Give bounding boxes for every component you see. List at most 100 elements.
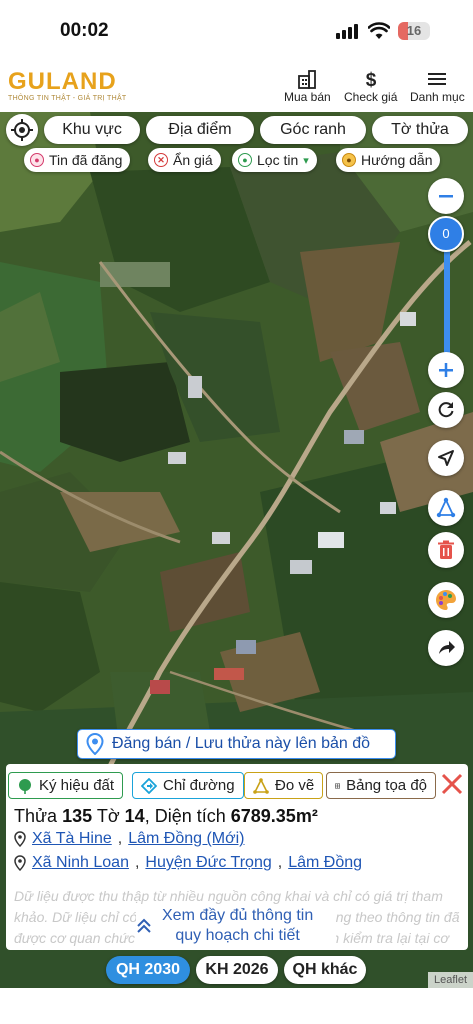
chip-an-gia[interactable]: ✕ Ẩn giá <box>148 148 221 172</box>
app-header: GULAND THÔNG TIN THẬT - GIÁ TRỊ THẬT Mua… <box>0 60 473 112</box>
sheet-number: 14 <box>124 806 145 826</box>
bottom-safe-area <box>0 988 473 1024</box>
trash-icon <box>438 540 454 559</box>
close-circle-icon: ✕ <box>154 153 168 167</box>
district-old-link[interactable]: Huyện Đức Trọng <box>145 854 271 872</box>
battery-level: 16 <box>406 23 422 38</box>
nav-check-gia[interactable]: $ Check giá <box>344 68 397 104</box>
nav-label: Check giá <box>344 90 398 104</box>
panel-toolbar: Ký hiệu đất Chỉ đường Đo vẽ Bảng tọa độ <box>6 768 468 800</box>
battery-icon: 16 <box>398 22 430 40</box>
parcel-prefix-thua: Thửa <box>14 806 58 826</box>
minus-icon <box>439 195 453 198</box>
parcel-prefix-area: , Diện tích <box>144 806 226 826</box>
directions-icon <box>141 777 157 794</box>
palette-icon <box>436 590 456 610</box>
hamburger-menu-icon <box>428 73 447 85</box>
directions-button[interactable]: Chỉ đường <box>132 772 244 799</box>
coordinate-table-button[interactable]: Bảng tọa độ <box>326 772 436 799</box>
map-pin-icon <box>86 733 104 755</box>
parcel-title: Thửa 135 Tờ 14, Diện tích 6789.35m² <box>14 806 318 827</box>
wifi-icon <box>368 22 390 39</box>
view-detail-plan-button[interactable]: Xem đầy đủ thông tin quy hoạch chi tiết <box>136 906 336 946</box>
dollar-icon: $ <box>365 70 376 90</box>
nav-label: Danh mục <box>410 90 465 104</box>
tool-label: Bảng tọa độ <box>346 777 427 794</box>
guland-logo[interactable]: GULAND THÔNG TIN THẬT - GIÁ TRỊ THẬT <box>8 68 127 103</box>
measure-draw-button[interactable]: Đo vẽ <box>244 772 324 799</box>
chevron-down-icon: ▾ <box>303 154 309 167</box>
pill-goc-ranh[interactable]: Góc ranh <box>260 116 366 144</box>
plan-kh-2026-button[interactable]: KH 2026 <box>196 956 278 984</box>
province-old-link[interactable]: Lâm Đồng <box>288 854 362 872</box>
share-arrow-icon <box>439 641 455 654</box>
parcel-info-panel: Ký hiệu đất Chỉ đường Đo vẽ Bảng tọa độ … <box>6 764 468 950</box>
chip-label: Tin đã đăng <box>49 152 123 168</box>
view-detail-line1: Xem đầy đủ thông tin <box>162 907 314 924</box>
crosshair-icon <box>11 119 33 141</box>
address-separator: , <box>134 854 140 871</box>
chip-label: Hướng dẫn <box>361 152 433 168</box>
commune-new-link[interactable]: Xã Tà Hine <box>32 830 112 848</box>
status-bar: 00:02 16 <box>0 0 473 60</box>
status-time: 00:02 <box>60 20 109 41</box>
plan-qh-2030-button[interactable]: QH 2030 <box>106 956 190 984</box>
parcel-prefix-to: Tờ <box>96 806 120 826</box>
delete-button[interactable] <box>428 532 464 568</box>
parcel-number: 135 <box>62 806 93 826</box>
svg-text:$: $ <box>365 70 376 90</box>
double-chevron-up-icon <box>137 918 151 933</box>
address-old: Xã Ninh Loan, Huyện Đức Trọng, Lâm Đồng <box>14 854 362 872</box>
map-attribution[interactable]: Leaflet <box>428 972 473 988</box>
palette-icon: ● <box>30 153 44 167</box>
address-separator: , <box>277 854 283 871</box>
cellular-signal-icon <box>336 24 358 39</box>
zoom-slider-track[interactable] <box>444 240 450 368</box>
post-parcel-button[interactable]: Đăng bán / Lưu thửa này lên bản đồ <box>77 729 396 759</box>
locate-button[interactable] <box>6 114 38 146</box>
plus-icon <box>439 363 453 377</box>
location-pin-icon <box>14 855 26 871</box>
chip-label: Ẩn giá <box>173 152 213 168</box>
logo-name: GULAND <box>8 68 117 95</box>
chip-huong-dan[interactable]: ● Hướng dẫn <box>336 148 441 172</box>
measure-tool-button[interactable] <box>428 490 464 526</box>
province-new-link[interactable]: Lâm Đồng (Mới) <box>128 830 244 848</box>
pill-dia-diem[interactable]: Địa điểm <box>146 116 254 144</box>
chip-label: Lọc tin <box>257 152 299 168</box>
nav-danh-muc[interactable]: Danh mục <box>410 68 465 104</box>
share-button[interactable] <box>428 630 464 666</box>
address-separator: , <box>117 830 123 847</box>
location-pin-icon <box>14 831 26 847</box>
location-pin-icon: ● <box>238 153 252 167</box>
refresh-button[interactable] <box>428 392 464 428</box>
plan-qh-khac-button[interactable]: QH khác <box>284 956 366 984</box>
commune-old-link[interactable]: Xã Ninh Loan <box>32 854 129 872</box>
navigate-button[interactable] <box>428 440 464 476</box>
close-icon[interactable] <box>440 772 464 796</box>
chip-tin-da-dang[interactable]: ● Tin đã đăng <box>24 148 131 172</box>
table-icon <box>335 783 341 788</box>
zoom-slider-handle[interactable]: 0 <box>428 216 464 252</box>
chip-loc-tin[interactable]: ● Lọc tin ▾ <box>232 148 317 172</box>
layer-style-button[interactable] <box>428 582 464 618</box>
land-symbol-button[interactable]: Ký hiệu đất <box>8 772 124 799</box>
pill-khu-vuc[interactable]: Khu vực <box>44 116 140 144</box>
nav-mua-ban[interactable]: Mua bán <box>284 68 331 104</box>
navigation-arrow-icon <box>438 450 454 466</box>
nav-label: Mua bán <box>284 90 331 104</box>
pill-to-thua[interactable]: Tờ thửa <box>372 116 468 144</box>
logo-tagline: THÔNG TIN THẬT - GIÁ TRỊ THẬT <box>8 95 127 102</box>
building-icon <box>298 70 317 89</box>
measure-icon <box>253 777 269 794</box>
zoom-in-button[interactable] <box>428 352 464 388</box>
guide-icon: ● <box>342 153 356 167</box>
address-new: Xã Tà Hine, Lâm Đồng (Mới) <box>14 830 245 848</box>
zoom-out-button[interactable] <box>428 178 464 214</box>
tool-label: Ký hiệu đất <box>39 777 115 794</box>
refresh-icon <box>438 402 454 418</box>
leaf-icon <box>19 778 31 794</box>
tool-label: Chỉ đường <box>163 777 235 794</box>
post-parcel-label: Đăng bán / Lưu thửa này lên bản đồ <box>112 735 371 752</box>
view-detail-line2: quy hoạch chi tiết <box>175 927 300 944</box>
